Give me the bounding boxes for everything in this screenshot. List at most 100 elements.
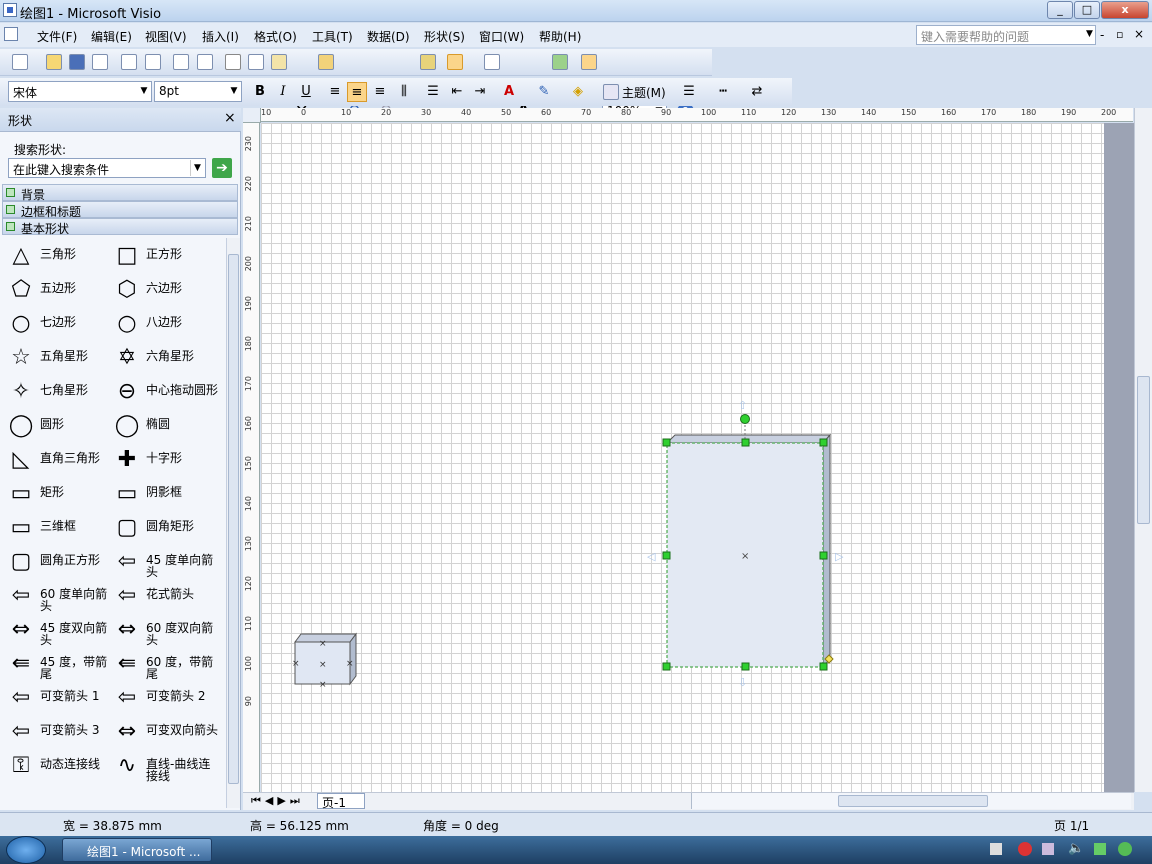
shape-icon[interactable]: ▢ xyxy=(8,550,34,576)
shape-label[interactable]: 可变箭头 3 xyxy=(40,724,112,736)
spelling-icon[interactable] xyxy=(173,54,189,70)
shape-icon[interactable]: ⇔ xyxy=(114,720,140,746)
cut-icon[interactable] xyxy=(225,54,241,70)
shape-label[interactable]: 直线-曲线连接线 xyxy=(146,758,218,782)
stencil-basic-shapes[interactable]: 基本形状 xyxy=(2,218,238,236)
doc-restore-button[interactable]: ▫ xyxy=(1116,28,1123,41)
shape-label[interactable]: 阴影框 xyxy=(146,486,218,498)
shape-icon[interactable]: ✡ xyxy=(114,346,140,372)
copy-icon[interactable] xyxy=(248,54,264,70)
line-color-icon[interactable]: ✎ xyxy=(534,82,554,102)
horizontal-scrollbar[interactable] xyxy=(691,793,1131,809)
scroll-thumb[interactable] xyxy=(228,254,239,784)
shape-label[interactable]: 圆角正方形 xyxy=(40,554,112,566)
new-icon[interactable] xyxy=(12,54,28,70)
shape-label[interactable]: 椭圆 xyxy=(146,418,218,430)
drawing-canvas[interactable]: × × × × × × ⇧ ◁ ▷ ⇩ xyxy=(261,123,1104,792)
start-button[interactable] xyxy=(6,836,46,864)
research-icon[interactable] xyxy=(197,54,213,70)
shape-label[interactable]: 可变箭头 1 xyxy=(40,690,112,702)
shape-label[interactable]: 六角星形 xyxy=(146,350,218,362)
search-shapes-input[interactable]: 在此键入搜索条件 xyxy=(8,158,206,178)
shape-icon[interactable]: ⇦ xyxy=(114,584,140,610)
font-select[interactable]: 宋体 ▼ xyxy=(8,81,152,102)
underline-button[interactable]: U xyxy=(296,82,316,102)
bullets-icon[interactable]: ☰ xyxy=(423,82,443,102)
print-preview-icon[interactable] xyxy=(145,54,161,70)
chevron-down-icon[interactable]: ▼ xyxy=(190,160,204,176)
shape-label[interactable]: 八边形 xyxy=(146,316,218,328)
shape-icon[interactable]: ✚ xyxy=(114,448,140,474)
minimize-button[interactable]: _ xyxy=(1047,1,1073,19)
pointer-tool-icon[interactable] xyxy=(447,54,463,70)
menu-help[interactable]: 帮助(H) xyxy=(539,28,581,45)
shape-label[interactable]: 矩形 xyxy=(40,486,112,498)
page-tab[interactable]: 页-1 xyxy=(317,793,365,810)
shape-icon[interactable]: ◯ xyxy=(114,414,140,440)
menu-insert[interactable]: 插入(I) xyxy=(202,28,239,45)
shape-label[interactable]: 三角形 xyxy=(40,248,112,260)
shape-label[interactable]: 花式箭头 xyxy=(146,588,218,600)
tray-status-icon[interactable] xyxy=(1118,842,1132,856)
search-go-icon[interactable]: ➔ xyxy=(212,158,232,178)
shape-icon[interactable]: ✧ xyxy=(8,380,34,406)
shape-label[interactable]: 动态连接线 xyxy=(40,758,112,770)
visio-app-icon[interactable] xyxy=(3,3,17,17)
panel-scrollbar[interactable] xyxy=(226,238,240,808)
align-left-icon[interactable]: ≡ xyxy=(325,82,345,102)
shape-icon[interactable]: ⇔ xyxy=(8,618,34,644)
tray-app-icon[interactable] xyxy=(1018,842,1032,856)
menu-edit[interactable]: 编辑(E) xyxy=(91,28,132,45)
3d-box-shape[interactable]: × × × × × xyxy=(292,632,357,690)
menu-data[interactable]: 数据(D) xyxy=(367,28,410,45)
shape-icon[interactable]: □ xyxy=(114,244,140,270)
scroll-thumb[interactable] xyxy=(1137,376,1150,524)
shape-icon[interactable]: ▭ xyxy=(8,516,34,542)
shape-label[interactable]: 六边形 xyxy=(146,282,218,294)
shape-icon[interactable]: ⬡ xyxy=(114,278,140,304)
stencil-background[interactable]: 背景 xyxy=(2,184,238,202)
print-icon[interactable] xyxy=(121,54,137,70)
volume-icon[interactable]: 🔈 xyxy=(1068,841,1084,856)
drawing-tools-icon[interactable] xyxy=(552,54,568,70)
shape-icon[interactable]: ◯ xyxy=(8,414,34,440)
shape-label[interactable]: 60 度单向箭头 xyxy=(40,588,112,612)
menu-view[interactable]: 视图(V) xyxy=(145,28,187,45)
shapes-window-icon[interactable] xyxy=(420,54,436,70)
menu-shape[interactable]: 形状(S) xyxy=(424,28,465,45)
shape-label[interactable]: 45 度，带箭尾 xyxy=(40,656,112,680)
shape-icon[interactable]: ⊖ xyxy=(114,380,140,406)
italic-button[interactable]: I xyxy=(273,82,293,102)
menu-window[interactable]: 窗口(W) xyxy=(479,28,524,45)
format-painter-icon[interactable] xyxy=(318,54,334,70)
bold-button[interactable]: B xyxy=(250,82,270,102)
close-icon[interactable]: × xyxy=(224,110,236,126)
save-icon[interactable] xyxy=(69,54,85,70)
maximize-button[interactable]: □ xyxy=(1074,1,1100,19)
menu-file[interactable]: 文件(F) xyxy=(37,28,77,45)
shape-label[interactable]: 中心拖动圆形 xyxy=(146,384,218,396)
shape-icon[interactable]: ∿ xyxy=(114,754,140,780)
permission-icon[interactable] xyxy=(92,54,108,70)
shape-label[interactable]: 直角三角形 xyxy=(40,452,112,464)
line-pattern-icon[interactable]: ┅ xyxy=(713,82,733,102)
shape-icon[interactable]: ⇦ xyxy=(8,720,34,746)
chevron-down-icon[interactable]: ▼ xyxy=(1086,29,1093,39)
menu-tools[interactable]: 工具(T) xyxy=(312,28,353,45)
font-size-select[interactable]: 8pt ▼ xyxy=(154,81,242,102)
shape-icon[interactable]: ▭ xyxy=(8,482,34,508)
document-icon[interactable] xyxy=(4,27,18,41)
shape-label[interactable]: 圆角矩形 xyxy=(146,520,218,532)
font-color-icon[interactable]: A xyxy=(499,82,519,102)
shape-icon[interactable]: ○ xyxy=(114,312,140,338)
menu-format[interactable]: 格式(O) xyxy=(254,28,297,45)
shape-label[interactable]: 五边形 xyxy=(40,282,112,294)
theme-icon[interactable] xyxy=(603,84,619,100)
shape-label[interactable]: 可变箭头 2 xyxy=(146,690,218,702)
shape-icon[interactable]: ⇚ xyxy=(114,652,140,678)
shape-label[interactable]: 七边形 xyxy=(40,316,112,328)
shape-label[interactable]: 五角星形 xyxy=(40,350,112,362)
shape-label[interactable]: 圆形 xyxy=(40,418,112,430)
shape-label[interactable]: 45 度单向箭头 xyxy=(146,554,218,578)
doc-close-button[interactable]: × xyxy=(1134,27,1144,41)
